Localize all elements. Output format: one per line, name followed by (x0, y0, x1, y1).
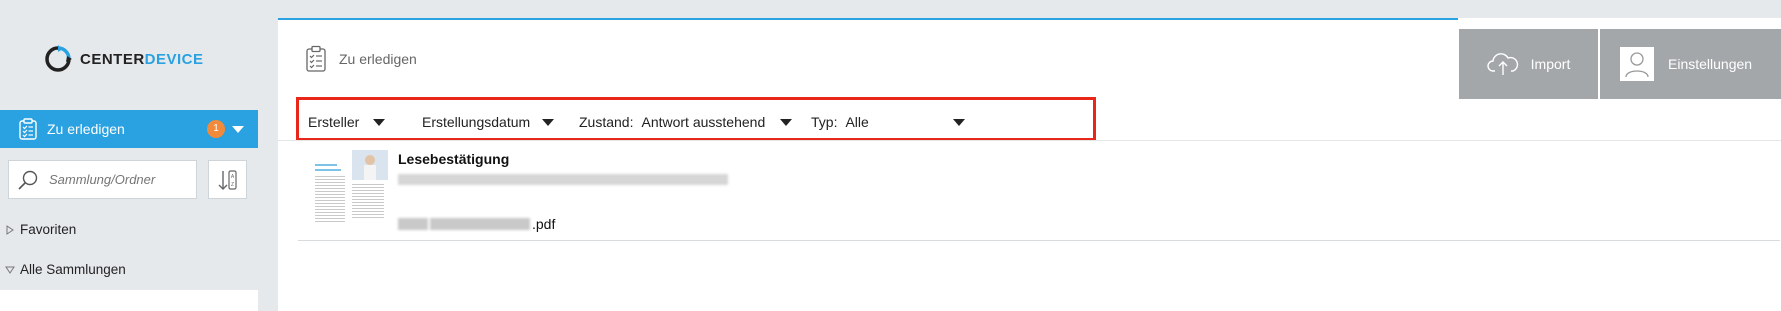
chevron-down-icon (373, 118, 386, 126)
todo-count-badge: 1 (207, 120, 225, 138)
filter-state-label: Zustand: (579, 114, 634, 130)
redacted-text (430, 218, 530, 230)
filter-creator-label: Ersteller (308, 114, 360, 130)
import-label: Import (1530, 56, 1571, 72)
tree-item-favorites[interactable]: Favoriten (5, 222, 76, 237)
tree-item-label: Alle Sammlungen (20, 262, 126, 277)
filter-created-date-label: Erstellungsdatum (422, 114, 531, 130)
divider (278, 140, 1781, 141)
avatar (1620, 47, 1654, 81)
document-preview-icon (310, 150, 388, 232)
document-title[interactable]: Lesebestätigung (398, 151, 509, 167)
collection-search-field[interactable] (8, 160, 197, 199)
sidebar-item-label: Zu erledigen (47, 121, 125, 137)
filter-type-value: Alle (845, 114, 869, 130)
sidebar-item-todo[interactable]: Zu erledigen 1 (0, 110, 258, 148)
brand-logo[interactable]: CENTERDEVICE (44, 44, 204, 74)
sidebar: CENTERDEVICE Zu erledigen 1 A Z (0, 0, 258, 311)
chevron-right-icon (6, 224, 14, 235)
settings-label: Einstellungen (1668, 56, 1753, 72)
redacted-text (398, 174, 728, 185)
chevron-down-icon (5, 266, 15, 274)
filter-creator[interactable]: Ersteller (308, 114, 386, 130)
chevron-down-icon (953, 118, 966, 126)
document-thumbnail[interactable] (310, 150, 388, 232)
page-title: Zu erledigen (305, 45, 417, 73)
sidebar-tree-panel (0, 290, 258, 311)
filter-state[interactable]: Zustand: Antwort ausstehend (579, 114, 793, 130)
user-icon (1625, 52, 1649, 78)
svg-text:A: A (230, 174, 234, 180)
chevron-down-icon (542, 118, 555, 126)
centerdevice-logo-icon (45, 45, 72, 72)
filter-bar: Ersteller Erstellungsdatum Zustand: Antw… (296, 97, 1096, 141)
brand-name: CENTERDEVICE (80, 50, 204, 68)
svg-text:Z: Z (230, 182, 233, 188)
progress-line (278, 18, 1458, 20)
sort-button[interactable]: A Z (208, 160, 247, 199)
search-input[interactable] (49, 172, 189, 187)
sort-az-icon: A Z (218, 169, 237, 190)
filter-state-value: Antwort ausstehend (641, 114, 766, 130)
clipboard-checklist-icon (306, 45, 326, 72)
cloud-upload-icon (1487, 53, 1518, 75)
filter-created-date[interactable]: Erstellungsdatum (422, 114, 555, 130)
tree-item-label: Favoriten (20, 222, 77, 237)
settings-button[interactable]: Einstellungen (1600, 29, 1781, 99)
filter-type-label: Typ: (811, 114, 838, 130)
page-title-text: Zu erledigen (339, 51, 417, 67)
document-file-extension: .pdf (532, 216, 556, 232)
divider (298, 240, 1780, 241)
clipboard-checklist-icon (19, 118, 37, 140)
search-icon (18, 170, 38, 190)
filter-type[interactable]: Typ: Alle (811, 114, 966, 130)
import-button[interactable]: Import (1459, 29, 1598, 99)
chevron-down-icon[interactable] (232, 126, 244, 133)
chevron-down-icon (780, 118, 793, 126)
document-filename[interactable]: .pdf (398, 216, 555, 232)
redacted-text (398, 218, 428, 230)
tree-item-all-collections[interactable]: Alle Sammlungen (5, 262, 126, 277)
